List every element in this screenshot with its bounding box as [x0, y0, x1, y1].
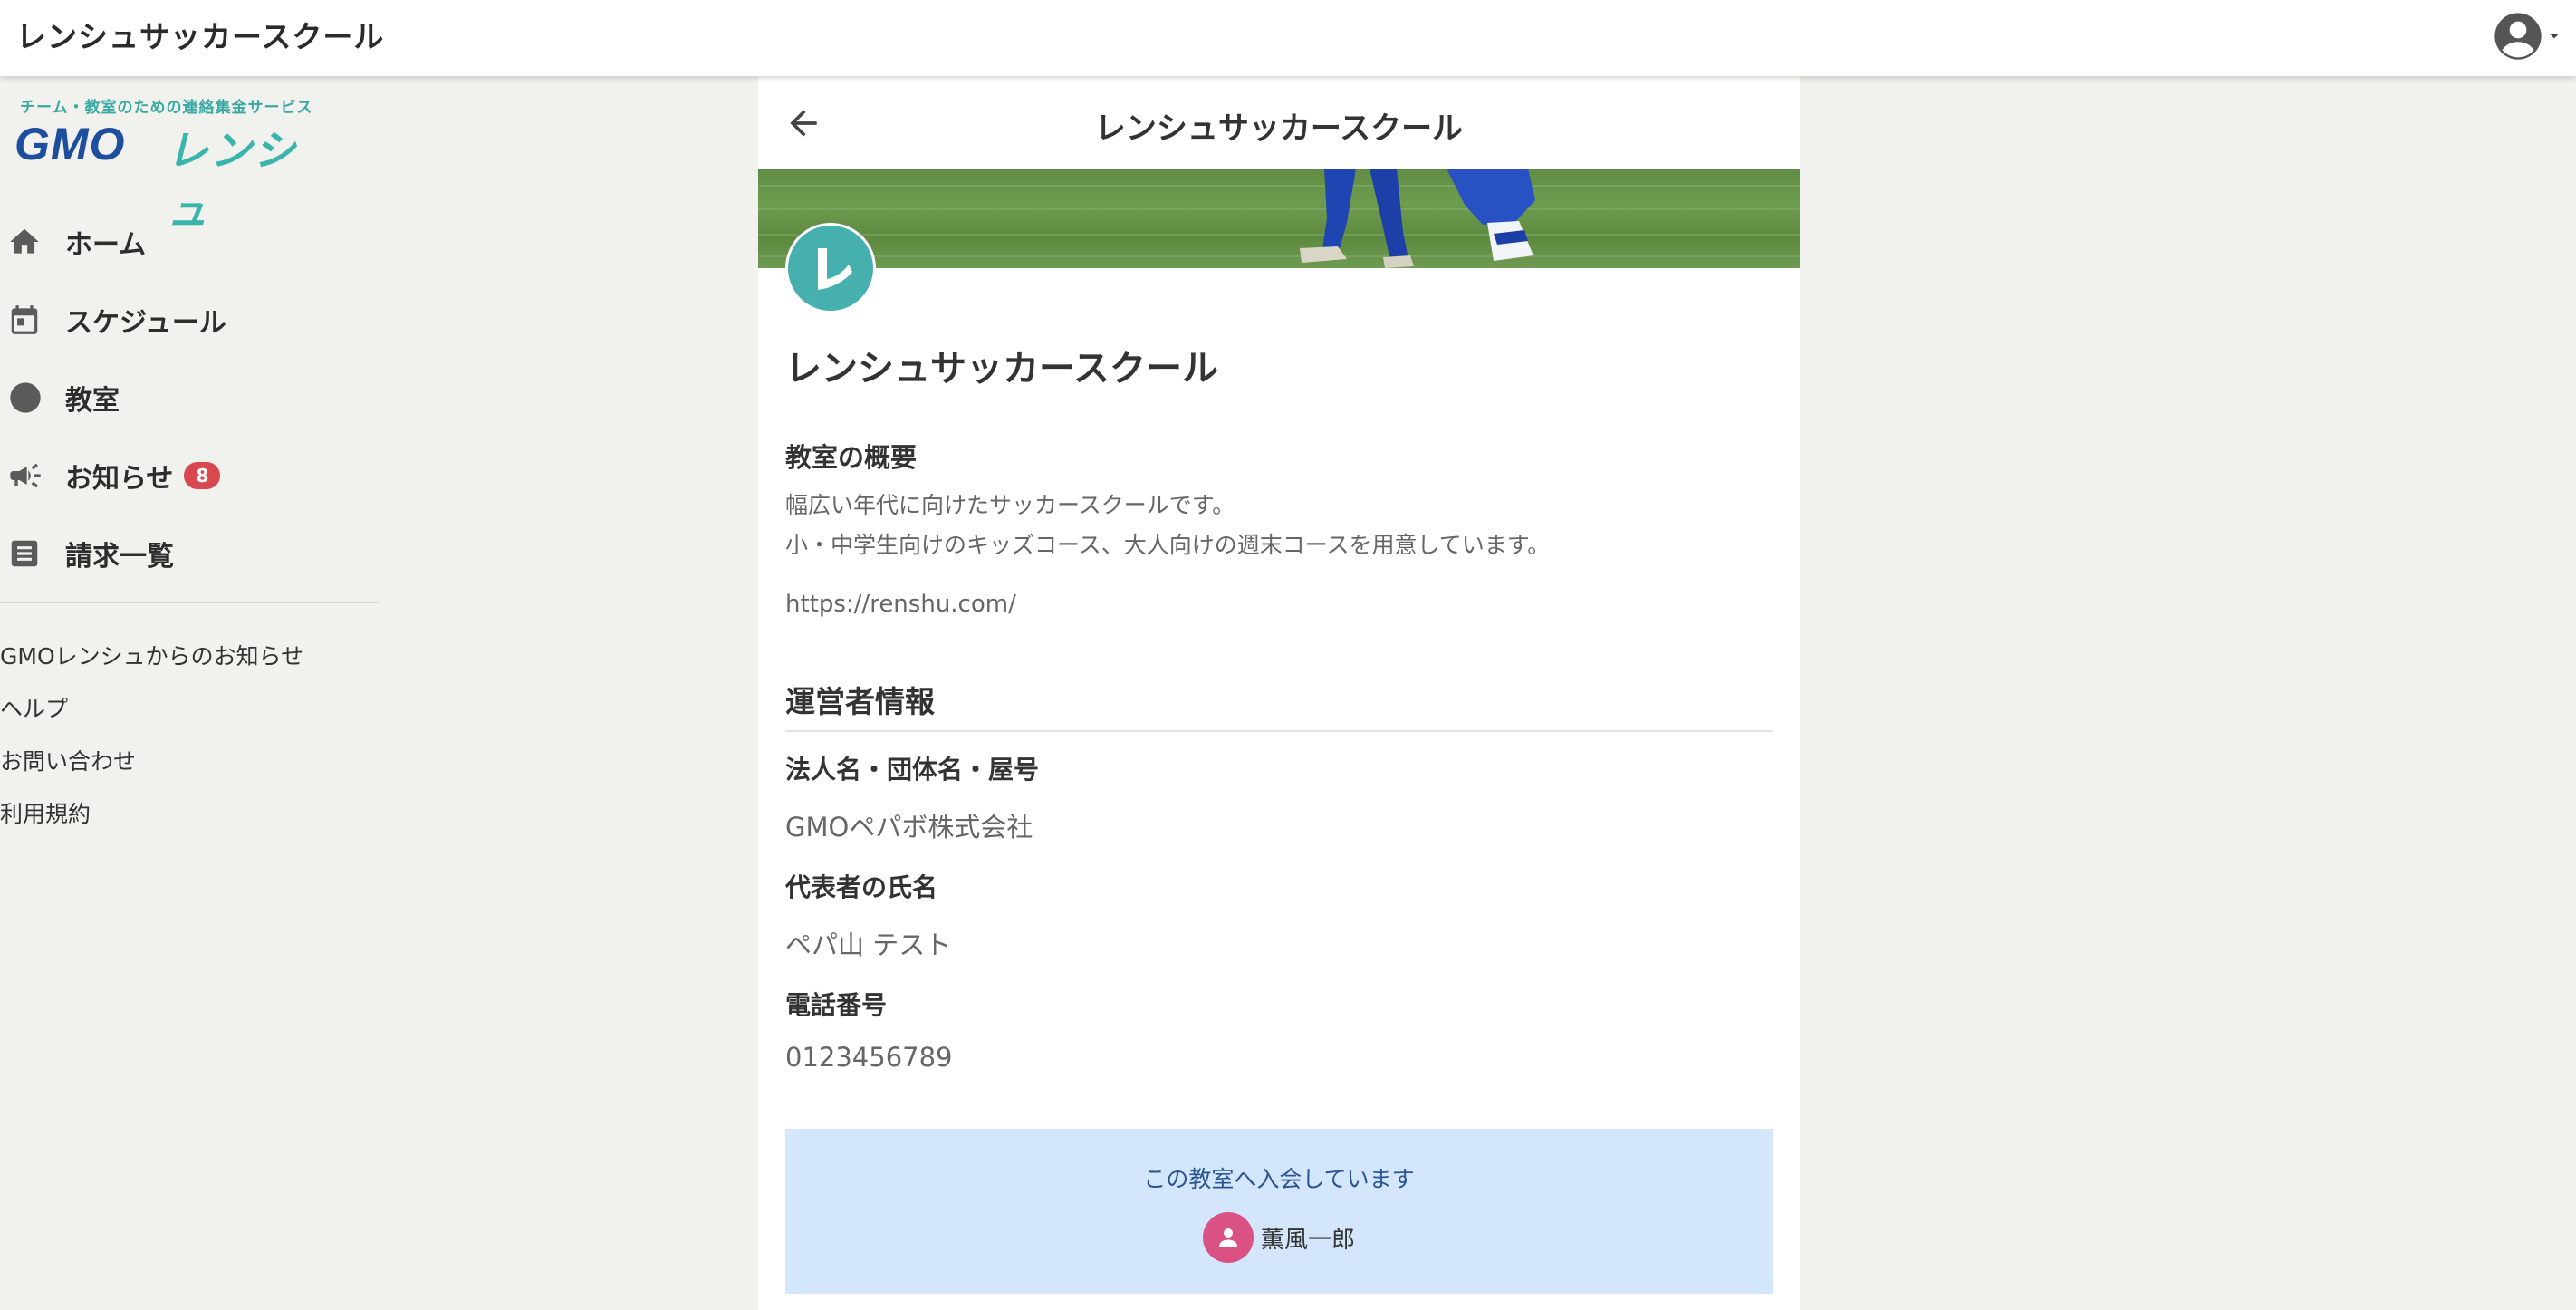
renshu-logo-mark-icon: [818, 248, 852, 290]
field-label-representative: 代表者の氏名: [785, 872, 938, 902]
classroom-avatar: [785, 223, 876, 313]
sidebar: チーム・教室のための連絡集金サービス GMO レンシュ ホーム スケジュール 教…: [0, 76, 380, 1310]
top-app-bar: レンシュサッカースクール: [0, 0, 2576, 76]
panel-title: レンシュサッカースクール: [1094, 111, 1464, 147]
field-value-representative: ペパ山 テスト: [785, 930, 952, 960]
home-icon: [0, 221, 53, 263]
sidebar-item-label: ホーム: [65, 229, 147, 261]
link-terms[interactable]: 利用規約: [0, 788, 303, 841]
logo-tagline: チーム・教室のための連絡集金サービス: [20, 99, 313, 117]
operator-info-heading: 運営者情報: [785, 684, 935, 719]
panel-header: レンシュサッカースクール: [758, 76, 1800, 169]
website-link[interactable]: https://renshu.com/: [785, 591, 1016, 618]
member-chip: 薫風一郎: [785, 1212, 1773, 1263]
sidebar-item-label: お知らせ: [65, 463, 174, 495]
gmo-renshu-logo[interactable]: チーム・教室のための連絡集金サービス GMO レンシュ: [14, 94, 322, 235]
link-contact[interactable]: お問い合わせ: [0, 736, 303, 788]
sidebar-item-home[interactable]: ホーム: [0, 203, 380, 281]
link-help[interactable]: ヘルプ: [0, 683, 303, 736]
sidebar-item-notices[interactable]: お知らせ 8: [0, 437, 380, 515]
sidebar-item-schedule[interactable]: スケジュール: [0, 281, 380, 359]
account-menu-button[interactable]: [2493, 9, 2560, 63]
field-label-company: 法人名・団体名・屋号: [785, 755, 1040, 785]
overview-line-1: 幅広い年代に向けたサッカースクールです。: [785, 492, 1235, 518]
megaphone-icon: [0, 455, 53, 496]
sidebar-nav: ホーム スケジュール 教室 お知らせ 8 請求一覧: [0, 203, 380, 592]
member-name: 薫風一郎: [1260, 1226, 1355, 1254]
classroom-detail-panel: レンシュサッカースクール レンシュサッカースクール 教室の概要 幅広い年代に向け…: [758, 76, 1800, 1310]
school-name-heading: レンシュサッカースクール: [785, 348, 1218, 390]
sidebar-item-label: 教室: [65, 385, 120, 417]
overview-line-2: 小・中学生向けのキッズコース、大人向けの週末コースを用意しています。: [785, 532, 1551, 558]
sidebar-divider: [0, 602, 379, 603]
calendar-icon: [0, 299, 53, 341]
section-divider: [785, 730, 1773, 732]
membership-status-box: この教室へ入会しています 薫風一郎: [785, 1129, 1773, 1294]
sidebar-item-invoices[interactable]: 請求一覧: [0, 515, 380, 592]
cover-image: [758, 169, 1800, 268]
invoice-list-icon: [0, 533, 53, 574]
app-bar-title: レンシュサッカースクール: [16, 19, 385, 54]
logo-brand-gmo: GMO: [14, 119, 126, 169]
sidebar-item-label: 請求一覧: [65, 541, 174, 573]
sidebar-item-label: スケジュール: [65, 307, 226, 339]
overview-heading: 教室の概要: [785, 442, 918, 473]
caret-down-icon: [2550, 34, 2559, 39]
account-circle-icon: [2494, 13, 2542, 60]
field-value-company: GMOペパボ株式会社: [785, 812, 1033, 843]
membership-message: この教室へ入会しています: [1143, 1166, 1415, 1192]
notification-count-badge: 8: [184, 462, 221, 489]
circle-icon: [0, 377, 53, 419]
soccer-players-photo: [1300, 169, 1535, 268]
sidebar-footer-links: GMOレンシュからのお知らせ ヘルプ お問い合わせ 利用規約: [0, 631, 303, 841]
field-value-phone: 0123456789: [785, 1042, 953, 1073]
sidebar-item-classroom[interactable]: 教室: [0, 359, 380, 437]
link-gmo-renshu-news[interactable]: GMOレンシュからのお知らせ: [0, 631, 303, 683]
person-icon: [1202, 1212, 1254, 1263]
field-label-phone: 電話番号: [785, 990, 888, 1020]
